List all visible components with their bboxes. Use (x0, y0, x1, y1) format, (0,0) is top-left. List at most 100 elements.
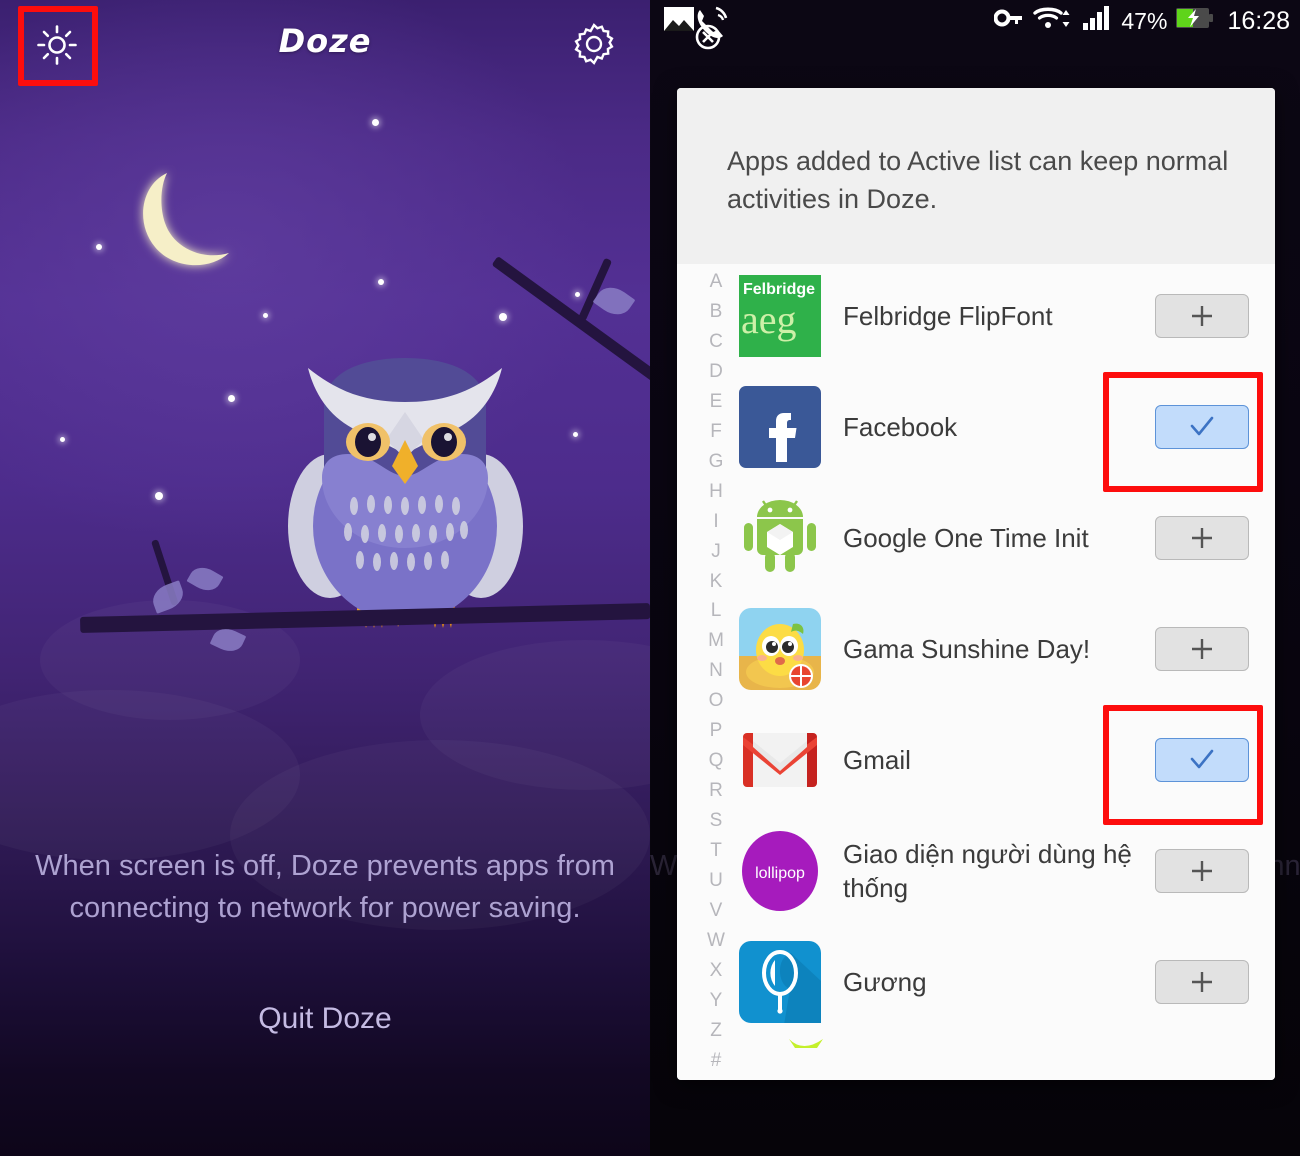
active-list-screen: Doze When screen is off, Doze prevents a… (650, 0, 1300, 1156)
check-icon (1190, 416, 1214, 435)
index-letter[interactable]: R (709, 781, 723, 800)
index-letter[interactable]: Y (710, 991, 723, 1010)
leaf (186, 561, 224, 597)
index-letter[interactable]: S (710, 811, 723, 830)
add-to-active-list-button[interactable] (1155, 515, 1249, 560)
partial-app-icon-bottom (789, 1039, 823, 1048)
index-letter[interactable]: X (710, 961, 723, 980)
index-letter[interactable]: # (711, 1051, 722, 1070)
list-item[interactable] (733, 1037, 1275, 1063)
star (228, 395, 235, 402)
app-name-label: Google One Time Init (843, 522, 1089, 553)
add-to-active-list-button[interactable] (1155, 959, 1249, 1004)
missed-call-icon (692, 4, 736, 60)
dialog-header-text: Apps added to Active list can keep norma… (677, 88, 1275, 264)
table-row[interactable]: Felbridge aeg Felbridge FlipFont (733, 264, 1275, 371)
alphabet-scroll-index[interactable]: A B C D E F G H I J K L M N O P Q R S T … (699, 272, 733, 1070)
app-name-label: Gama Sunshine Day! (843, 633, 1091, 664)
app-name-label: Felbridge FlipFont (843, 300, 1053, 331)
clock-label: 16:28 (1227, 6, 1290, 35)
status-indicators: 47% 16:28 (993, 5, 1290, 37)
index-letter[interactable]: P (710, 721, 723, 740)
plus-icon (1192, 305, 1212, 326)
check-icon (1190, 749, 1214, 768)
index-letter[interactable]: N (709, 661, 723, 680)
remove-from-active-list-button[interactable] (1155, 404, 1249, 449)
gama-sunshine-day-icon (739, 607, 821, 690)
night-illustration: When screen is off, Doze prevents apps f… (0, 0, 650, 1156)
index-letter[interactable]: E (710, 392, 723, 411)
index-letter[interactable]: F (710, 422, 722, 441)
index-letter[interactable]: Z (710, 1021, 722, 1040)
index-letter[interactable]: M (708, 631, 724, 650)
star (378, 279, 384, 285)
star (60, 437, 65, 442)
table-row[interactable]: Gama Sunshine Day! (733, 593, 1275, 704)
star (96, 244, 102, 250)
index-letter[interactable]: L (711, 601, 722, 620)
index-letter[interactable]: D (709, 362, 723, 381)
felbridge-flipfont-icon: Felbridge aeg (739, 274, 821, 357)
app-list-body: A B C D E F G H I J K L M N O P Q R S T … (677, 264, 1275, 1080)
table-row[interactable]: Facebook (733, 371, 1275, 482)
crescent-moon-icon (133, 165, 253, 285)
svg-text:aeg: aeg (741, 297, 797, 342)
table-row[interactable]: lollipop Giao diện người dùng hệ thống (733, 815, 1275, 926)
table-row[interactable]: Gmail (733, 704, 1275, 815)
doze-description: When screen is off, Doze prevents apps f… (35, 850, 615, 924)
plus-icon (1192, 971, 1212, 992)
picture-icon (662, 4, 696, 40)
index-letter[interactable]: T (710, 841, 722, 860)
battery-charging-icon (1176, 7, 1214, 35)
star (263, 313, 268, 318)
star (155, 492, 163, 500)
app-name-label: Giao diện người dùng hệ thống (843, 838, 1132, 903)
add-to-active-list-button[interactable] (1155, 626, 1249, 671)
star (575, 292, 580, 297)
remove-from-active-list-button[interactable] (1155, 737, 1249, 782)
index-letter[interactable]: U (709, 871, 723, 890)
index-letter[interactable]: C (709, 332, 723, 351)
index-letter[interactable]: I (713, 512, 718, 531)
status-notifications (662, 4, 736, 60)
active-list-dialog: Apps added to Active list can keep norma… (677, 88, 1275, 1080)
index-letter[interactable]: A (710, 272, 723, 291)
index-letter[interactable]: H (709, 482, 723, 501)
index-letter[interactable]: G (709, 452, 724, 471)
index-letter[interactable]: Q (709, 751, 724, 770)
plus-icon (1192, 527, 1212, 548)
index-letter[interactable]: W (707, 931, 725, 950)
index-letter[interactable]: B (710, 302, 723, 321)
android-status-bar: 47% 16:28 (650, 0, 1300, 50)
plus-icon (1192, 860, 1212, 881)
star (573, 432, 578, 437)
doze-top-bar: Doze (0, 0, 650, 92)
facebook-icon (739, 385, 821, 468)
plus-icon (1192, 638, 1212, 659)
settings-button[interactable] (570, 20, 618, 68)
gear-icon (570, 23, 618, 72)
app-name-label: Gmail (843, 744, 911, 775)
app-name-label: Gương (843, 966, 927, 997)
page-title: Doze (278, 22, 372, 60)
add-to-active-list-button[interactable] (1155, 848, 1249, 893)
index-letter[interactable]: O (709, 691, 724, 710)
gmail-icon (739, 719, 821, 801)
battery-percent-label: 47% (1121, 7, 1168, 34)
svg-text:Felbridge: Felbridge (743, 281, 815, 298)
add-to-active-list-button[interactable] (1155, 293, 1249, 338)
star (499, 313, 507, 321)
android-robot-icon (739, 497, 821, 579)
wifi-icon (1033, 5, 1073, 37)
app-list[interactable]: Felbridge aeg Felbridge FlipFont Faceboo… (733, 264, 1275, 1080)
svg-text:lollipop: lollipop (755, 865, 805, 882)
doze-main-screen: When screen is off, Doze prevents apps f… (0, 0, 650, 1156)
index-letter[interactable]: V (710, 901, 723, 920)
quit-doze-button[interactable]: Quit Doze (0, 1002, 650, 1036)
cellular-signal-icon (1082, 6, 1112, 36)
index-letter[interactable]: J (711, 542, 721, 561)
lollipop-icon: lollipop (739, 830, 821, 912)
table-row[interactable]: Google One Time Init (733, 482, 1275, 593)
table-row[interactable]: Gương (733, 926, 1275, 1037)
index-letter[interactable]: K (710, 572, 723, 591)
